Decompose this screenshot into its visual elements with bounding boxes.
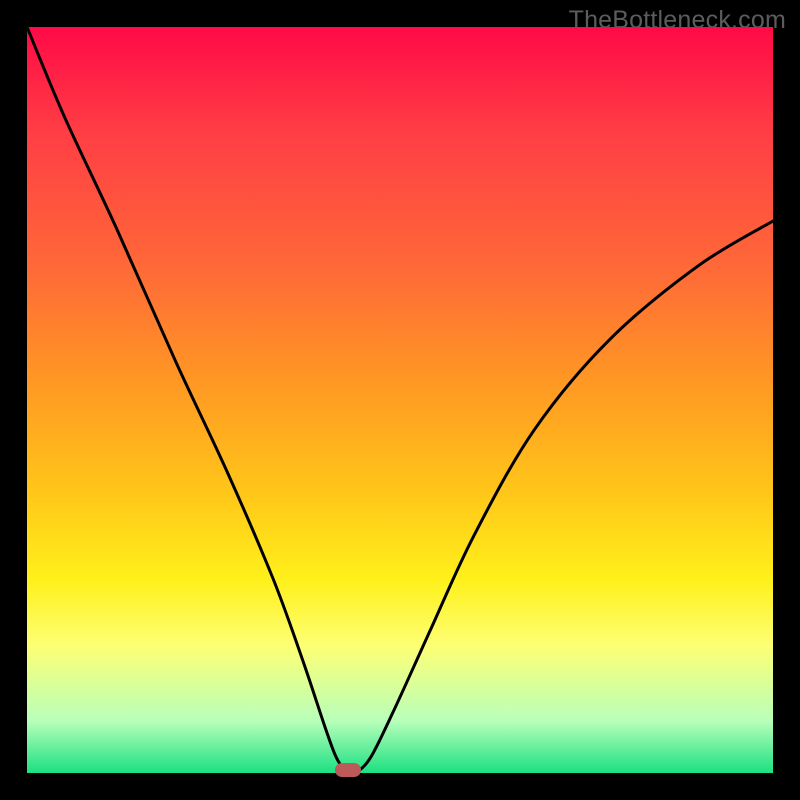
plot-area xyxy=(27,27,773,773)
chart-frame: TheBottleneck.com xyxy=(0,0,800,800)
optimum-marker xyxy=(335,763,361,777)
bottleneck-curve xyxy=(27,27,773,773)
